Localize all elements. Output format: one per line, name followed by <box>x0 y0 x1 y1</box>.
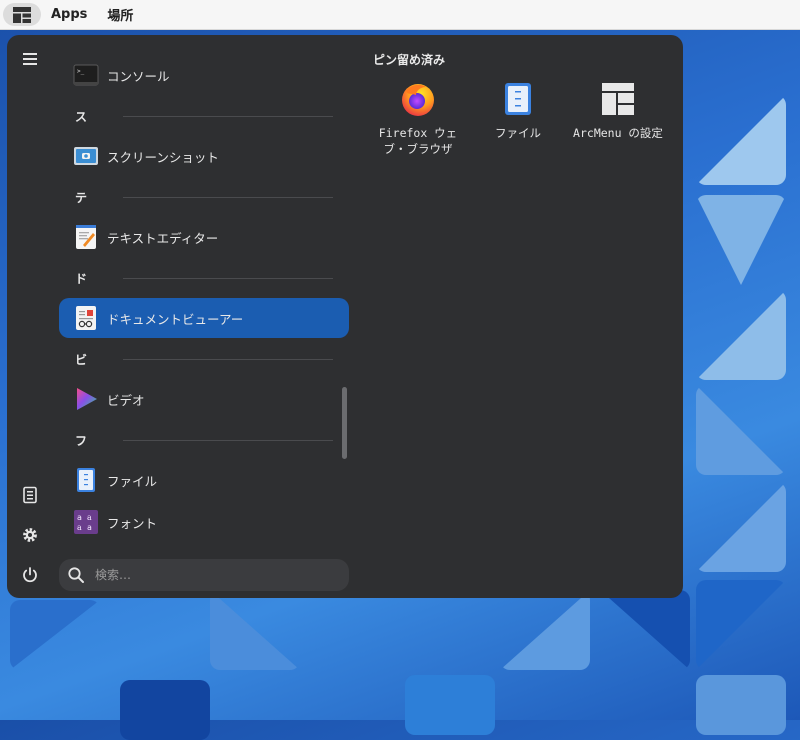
fonts-icon: a a a a <box>73 509 99 535</box>
power-icon <box>23 567 37 583</box>
app-list-scrollbar[interactable] <box>342 387 347 459</box>
document-viewer-icon <box>73 305 99 331</box>
files-icon <box>73 467 99 493</box>
app-item-label: ファイル <box>107 473 158 489</box>
wallpaper-shape <box>696 482 786 572</box>
svg-text:>_: >_ <box>77 68 85 75</box>
apps-menu-button[interactable]: Apps <box>41 3 97 26</box>
app-item-label: スクリーンショット <box>107 149 219 165</box>
section-header: ス <box>75 108 333 124</box>
places-menu-button[interactable]: 場所 <box>97 3 143 26</box>
app-item-label: テキストエディター <box>107 230 219 246</box>
app-item-fonts[interactable]: a a a a フォント <box>59 502 349 542</box>
arcmenu-button[interactable] <box>3 3 41 26</box>
video-icon <box>73 386 99 412</box>
section-header: テ <box>75 189 333 205</box>
section-header: ビ <box>75 351 333 367</box>
section-header: フ <box>75 432 333 448</box>
app-list: >_ コンソール ス スクリーンショット テ テキストエディター ド ドキュメン… <box>59 35 349 555</box>
search-input[interactable] <box>93 567 327 583</box>
hamburger-menu-icon <box>23 53 37 65</box>
pinned-firefox[interactable]: Firefox ウェブ・ブラウザ <box>370 77 466 165</box>
app-item-label: フォント <box>107 515 158 531</box>
files-icon <box>500 81 536 117</box>
app-item-label: ドキュメントビューアー <box>107 311 244 327</box>
wallpaper-shape <box>696 385 786 475</box>
app-item-document-viewer[interactable]: ドキュメントビューアー <box>59 298 349 338</box>
app-item-text-editor[interactable]: テキストエディター <box>59 217 349 257</box>
console-icon: >_ <box>73 62 99 88</box>
settings-button[interactable] <box>14 519 46 551</box>
wallpaper-shape <box>696 290 786 380</box>
top-bar: Apps 場所 <box>0 0 800 30</box>
wallpaper-shape <box>696 580 786 670</box>
app-item-label: コンソール <box>107 68 170 84</box>
wallpaper-shape <box>10 600 100 670</box>
wallpaper-shape <box>696 195 786 285</box>
wallpaper-shape <box>696 675 786 735</box>
wallpaper-shape <box>405 675 495 735</box>
svg-text:a: a <box>87 523 92 532</box>
pinned-label: ArcMenu の設定 <box>573 126 663 140</box>
app-item-video[interactable]: ビデオ <box>59 379 349 419</box>
wallpaper-shape <box>500 590 590 670</box>
power-button[interactable] <box>14 559 46 591</box>
text-editor-icon <box>73 224 99 250</box>
documents-icon <box>23 486 37 504</box>
wallpaper-shape <box>600 590 690 670</box>
documents-button[interactable] <box>14 479 46 511</box>
section-header: ド <box>75 270 333 286</box>
arcmenu-panel: >_ コンソール ス スクリーンショット テ テキストエディター ド ドキュメン… <box>7 35 683 598</box>
pinned-arcmenu-settings[interactable]: ArcMenu の設定 <box>570 77 666 165</box>
search-box[interactable] <box>59 559 349 591</box>
sidebar <box>7 35 53 598</box>
arcmenu-settings-icon <box>600 81 636 117</box>
svg-text:a: a <box>77 523 82 532</box>
app-item-files[interactable]: ファイル <box>59 460 349 500</box>
app-item-label: ビデオ <box>107 392 145 408</box>
hamburger-menu-button[interactable] <box>14 43 46 75</box>
settings-icon <box>23 528 37 542</box>
pinned-label: ファイル <box>495 126 541 140</box>
app-item-screenshot[interactable]: スクリーンショット <box>59 136 349 176</box>
arcmenu-icon <box>13 6 31 23</box>
svg-text:a: a <box>77 513 82 522</box>
pinned-label: Firefox ウェブ・ブラウザ <box>378 126 458 156</box>
wallpaper-shape <box>210 590 300 670</box>
search-icon <box>68 567 84 583</box>
firefox-icon <box>400 81 436 117</box>
pinned-section-title: ピン留め済み <box>373 53 446 67</box>
wallpaper-shape <box>120 680 210 740</box>
wallpaper-shape <box>696 95 786 185</box>
pinned-files[interactable]: ファイル <box>470 77 566 165</box>
app-item-console[interactable]: >_ コンソール <box>59 55 349 95</box>
svg-text:a: a <box>87 513 92 522</box>
screenshot-icon <box>73 143 99 169</box>
